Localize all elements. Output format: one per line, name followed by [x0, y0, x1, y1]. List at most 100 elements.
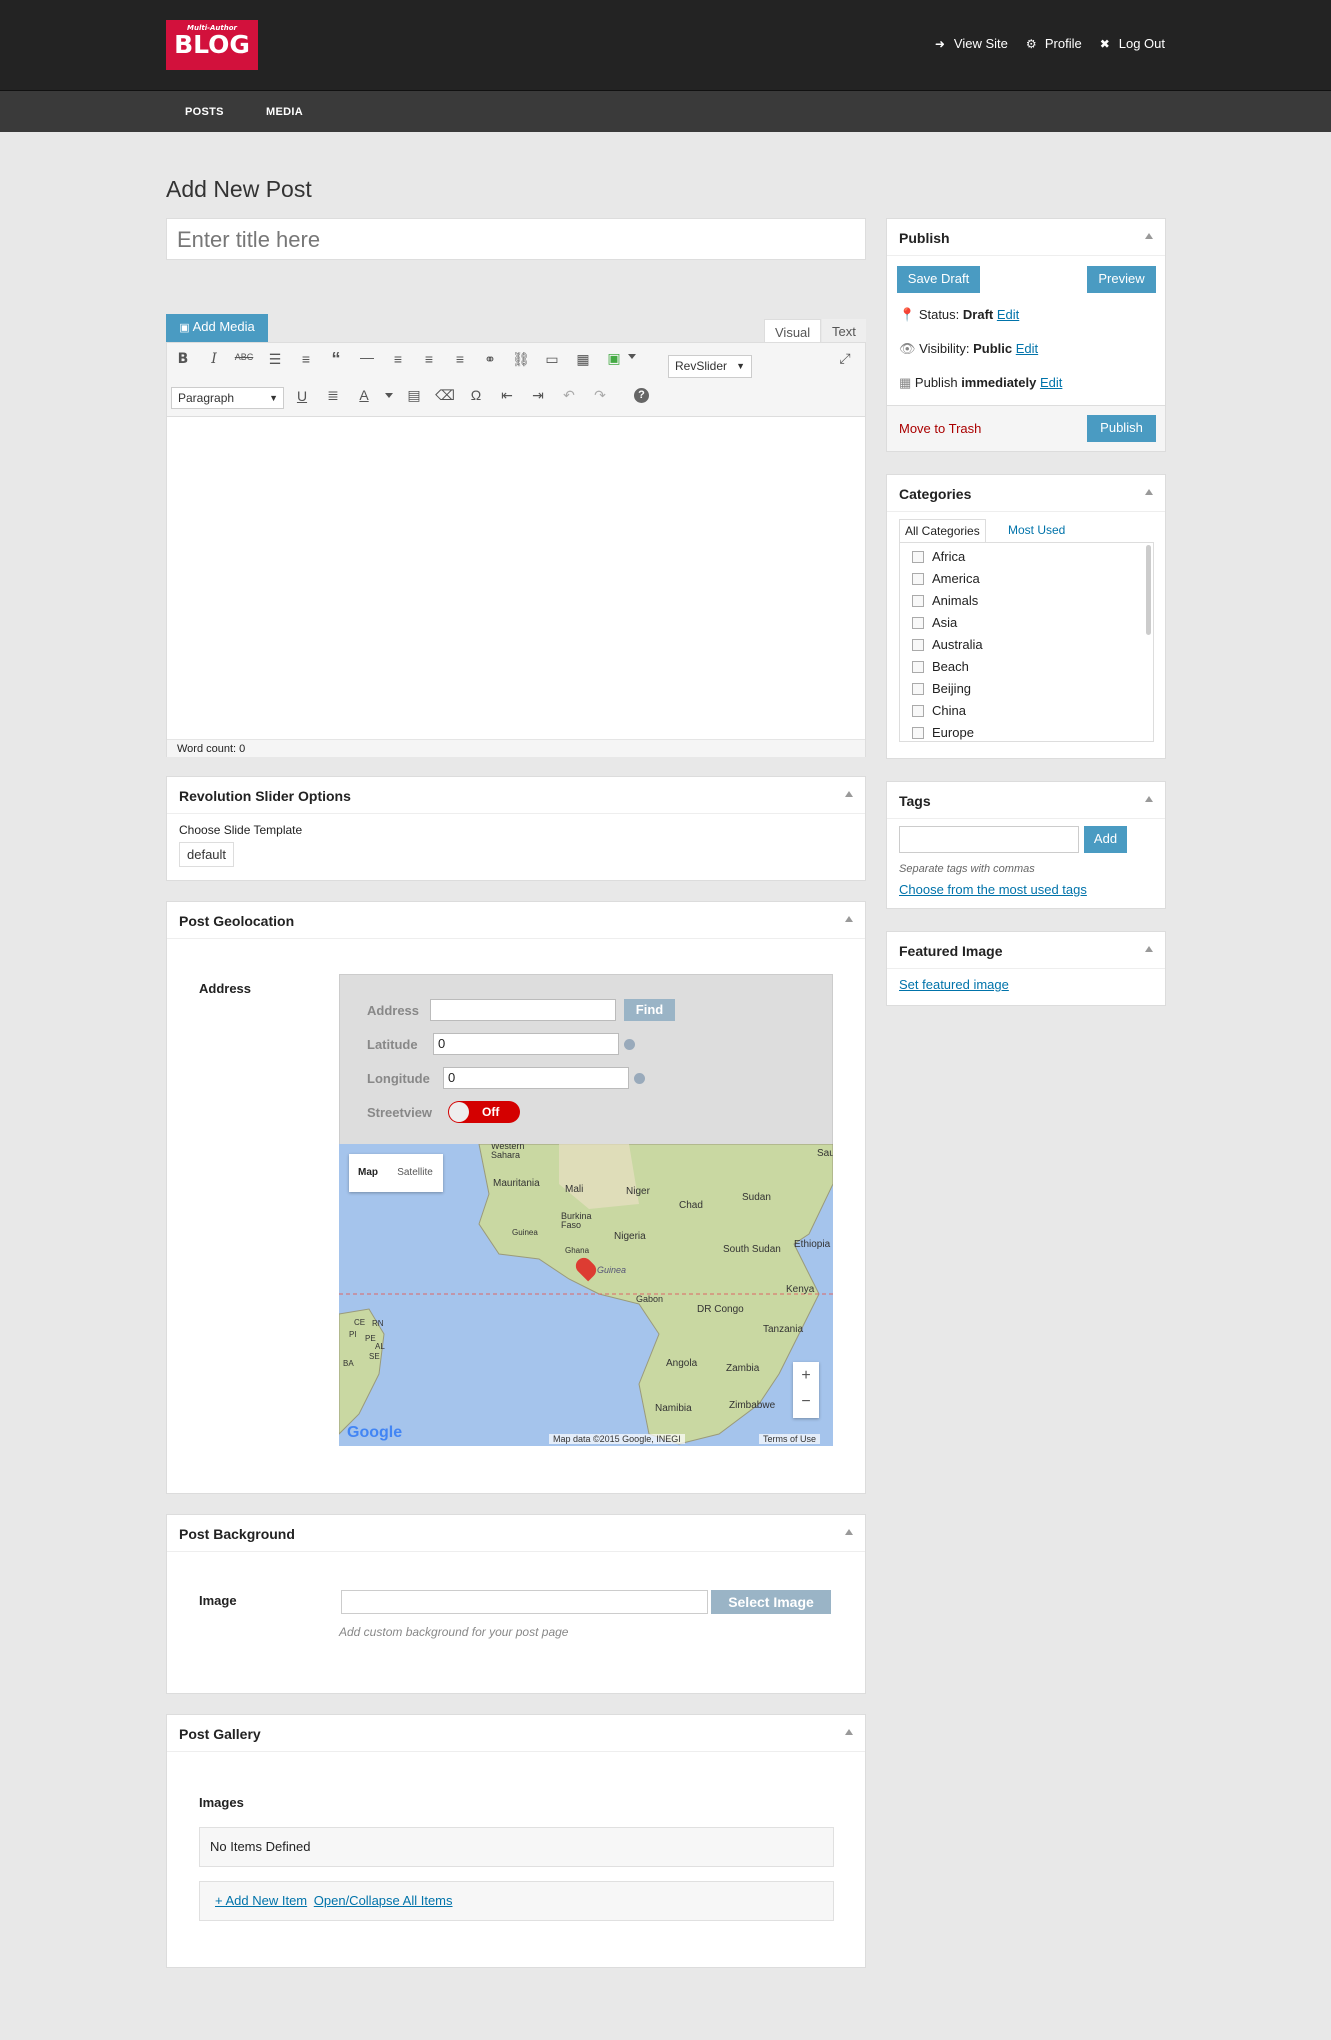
tags-input[interactable] — [899, 826, 1079, 853]
status-edit-link[interactable]: Edit — [997, 307, 1019, 322]
special-character-icon[interactable]: Ω — [465, 387, 487, 403]
redo-icon[interactable]: ↷ — [589, 387, 611, 404]
link-icon[interactable]: ⚭ — [479, 351, 501, 368]
collapse-icon — [1145, 489, 1153, 495]
shortcode-icon[interactable]: ▣ — [603, 350, 625, 367]
category-item[interactable]: Animals — [912, 593, 978, 608]
justify-icon[interactable]: ≣ — [322, 387, 344, 404]
tab-visual[interactable]: Visual — [764, 319, 822, 343]
outdent-icon[interactable]: ⇤ — [496, 387, 518, 404]
category-item[interactable]: Beijing — [912, 681, 971, 696]
category-checkbox[interactable] — [912, 594, 924, 607]
streetview-toggle[interactable]: Off — [448, 1101, 520, 1123]
category-checkbox[interactable] — [912, 616, 924, 629]
scrollbar[interactable] — [1146, 545, 1151, 635]
toggle-items-link[interactable]: Open/Collapse All Items — [314, 1893, 453, 1908]
map-type-satellite[interactable]: Satellite — [387, 1154, 443, 1192]
gallery-box-header[interactable]: Post Gallery — [167, 1715, 865, 1752]
longitude-input[interactable]: 0 — [443, 1067, 629, 1089]
category-checkbox[interactable] — [912, 550, 924, 563]
align-left-icon[interactable]: ≡ — [387, 351, 409, 367]
nav-media[interactable]: MEDIA — [266, 106, 303, 118]
fullscreen-icon[interactable]: ⤢ — [834, 350, 856, 367]
category-checkbox[interactable] — [912, 638, 924, 651]
category-item[interactable]: Europe — [912, 725, 974, 740]
geolocation-box-header[interactable]: Post Geolocation — [167, 902, 865, 939]
select-image-button[interactable]: Select Image — [711, 1590, 831, 1614]
zoom-in-icon[interactable]: + — [793, 1362, 819, 1390]
italic-icon[interactable]: I — [203, 351, 225, 367]
set-featured-image-link[interactable]: Set featured image — [899, 977, 1009, 992]
preview-button[interactable]: Preview — [1087, 266, 1156, 293]
publish-button[interactable]: Publish — [1087, 415, 1156, 442]
nav-posts[interactable]: POSTS — [185, 106, 224, 118]
clear-formatting-icon[interactable]: ⌫ — [434, 387, 456, 404]
tab-all-categories[interactable]: All Categories — [899, 519, 986, 543]
category-item[interactable]: Asia — [912, 615, 957, 630]
featured-image-box-header[interactable]: Featured Image — [887, 932, 1165, 969]
indent-icon[interactable]: ⇥ — [527, 387, 549, 404]
find-button[interactable]: Find — [624, 999, 675, 1021]
category-item[interactable]: China — [912, 703, 966, 718]
help-icon[interactable]: ? — [634, 388, 649, 403]
publish-box-header[interactable]: Publish — [887, 219, 1165, 256]
schedule-edit-link[interactable]: Edit — [1040, 375, 1062, 390]
category-checkbox[interactable] — [912, 726, 924, 739]
bullet-list-icon[interactable]: ☰ — [264, 351, 286, 368]
tags-box-header[interactable]: Tags — [887, 782, 1165, 819]
add-tag-button[interactable]: Add — [1084, 826, 1127, 853]
choose-tags-link[interactable]: Choose from the most used tags — [899, 882, 1087, 897]
add-media-button[interactable]: ▣ Add Media — [166, 314, 268, 342]
view-site-link[interactable]: ➜ View Site — [935, 36, 1008, 51]
underline-icon[interactable]: U — [291, 388, 313, 404]
geo-address-input[interactable] — [430, 999, 616, 1021]
save-draft-button[interactable]: Save Draft — [897, 266, 980, 293]
category-item[interactable]: Africa — [912, 549, 965, 564]
slide-template-select[interactable]: default — [179, 842, 235, 867]
revslider-dropdown[interactable]: RevSlider ▼ — [668, 355, 752, 378]
move-to-trash-link[interactable]: Move to Trash — [899, 421, 981, 436]
tab-most-used[interactable]: Most Used — [1003, 519, 1070, 543]
category-checkbox[interactable] — [912, 660, 924, 673]
check-icon — [624, 1039, 635, 1050]
visibility-edit-link[interactable]: Edit — [1016, 341, 1038, 356]
latitude-input[interactable]: 0 — [433, 1033, 619, 1055]
tags-box-title: Tags — [899, 793, 931, 809]
category-checkbox[interactable] — [912, 572, 924, 585]
unlink-icon[interactable]: ⛓ — [510, 351, 532, 368]
category-checkbox[interactable] — [912, 704, 924, 717]
map-type-map[interactable]: Map — [349, 1154, 387, 1192]
toolbar-toggle-icon[interactable]: ▦ — [572, 351, 594, 368]
terms-link[interactable]: Terms of Use — [759, 1434, 821, 1444]
numbered-list-icon[interactable]: ≡ — [295, 351, 317, 367]
align-right-icon[interactable]: ≡ — [449, 351, 471, 367]
collapse-icon — [845, 916, 853, 922]
category-item[interactable]: Australia — [912, 637, 983, 652]
map[interactable]: Western Sahara Mauritania Mali Niger Cha… — [339, 1144, 833, 1446]
category-item[interactable]: Beach — [912, 659, 969, 674]
site-logo[interactable]: Multi-Author BLOG — [166, 20, 258, 70]
editor-content-area[interactable] — [167, 418, 865, 730]
post-title-input[interactable]: Enter title here — [166, 218, 866, 260]
text-color-icon[interactable]: A — [353, 387, 375, 403]
horizontal-rule-icon[interactable]: — — [356, 349, 378, 365]
format-select[interactable]: Paragraph ▼ — [171, 387, 284, 409]
add-new-item-link[interactable]: + Add New Item — [215, 1893, 307, 1908]
tab-text[interactable]: Text — [822, 319, 866, 343]
background-image-input[interactable] — [341, 1590, 708, 1614]
revslider-box-header[interactable]: Revolution Slider Options — [167, 777, 865, 814]
zoom-out-icon[interactable]: − — [793, 1390, 819, 1418]
align-center-icon[interactable]: ≡ — [418, 351, 440, 367]
strikethrough-icon[interactable]: ABC — [233, 352, 255, 362]
background-box-header[interactable]: Post Background — [167, 1515, 865, 1552]
undo-icon[interactable]: ↶ — [558, 387, 580, 404]
categories-box-header[interactable]: Categories — [887, 475, 1165, 512]
category-item[interactable]: America — [912, 571, 980, 586]
quote-icon[interactable]: “ — [325, 349, 347, 370]
read-more-icon[interactable]: ▭ — [541, 351, 563, 368]
category-checkbox[interactable] — [912, 682, 924, 695]
profile-link[interactable]: ⚙ Profile — [1026, 36, 1082, 51]
logout-link[interactable]: ✖ Log Out — [1100, 36, 1165, 51]
paste-text-icon[interactable]: ▤ — [403, 387, 425, 404]
bold-icon[interactable]: B — [172, 351, 194, 367]
